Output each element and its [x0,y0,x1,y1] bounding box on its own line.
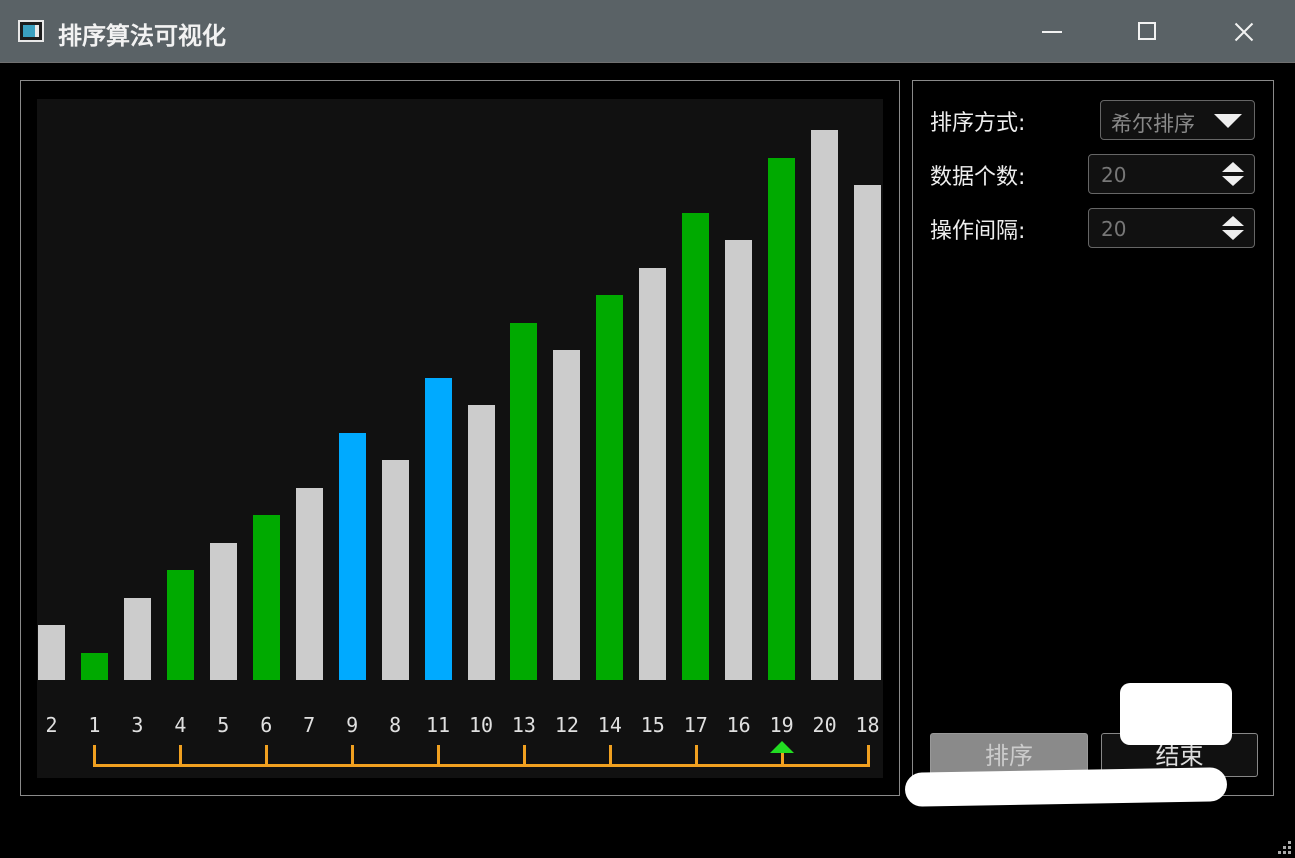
count-value: 20 [1101,163,1127,187]
bar [553,350,581,680]
bar [639,267,667,680]
bracket-tick [179,745,183,765]
close-button[interactable] [1222,10,1266,54]
bar [768,157,796,680]
count-spinbox[interactable]: 20 [1088,154,1255,194]
bar-label: 9 [346,713,359,737]
bar-label: 6 [260,713,273,737]
app-icon [18,20,44,42]
bracket-tick [351,745,355,765]
bar-label: 11 [426,713,451,737]
bar-label: 1 [88,713,101,737]
method-label: 排序方式: [930,111,1026,136]
bar [854,185,882,680]
maximize-button[interactable] [1126,10,1170,54]
redaction-mark [1120,683,1232,745]
resize-grip[interactable] [1277,840,1291,854]
bar [596,295,624,680]
bar [38,625,65,680]
spin-down-icon[interactable] [1222,230,1244,240]
bar [295,487,323,680]
bar-label: 15 [640,713,665,737]
count-label: 数据个数: [930,165,1026,190]
bar-label: 3 [131,713,144,737]
bracket-tick [866,745,870,765]
bar-label: 12 [554,713,579,737]
bar-label: 14 [597,713,622,737]
bar [510,322,538,680]
bar [166,570,194,680]
redaction-mark [904,767,1228,807]
pointer-arrow [769,741,794,753]
minimize-button[interactable] [1030,10,1074,54]
bar [725,240,753,680]
window-title: 排序算法可视化 [58,22,226,50]
bracket-tick [93,745,97,765]
bar-label: 2 [45,713,58,737]
bar-label: 8 [389,713,402,737]
bar [80,652,108,680]
bar-label: 5 [217,713,230,737]
bar [682,212,710,680]
bar [811,130,839,680]
bar [252,515,280,680]
bar [381,460,409,680]
bracket-tick [437,745,441,765]
bar-label: 16 [726,713,751,737]
bracket-tick [694,745,698,765]
title-bar: 排序算法可视化 [0,0,1295,63]
bar-label: 18 [855,713,880,737]
bracket-tick [522,745,526,765]
bar [338,432,366,680]
interval-label: 操作间隔: [930,219,1026,244]
bar [123,597,151,680]
bar-label: 19 [769,713,794,737]
spin-down-icon[interactable] [1222,176,1244,186]
spin-up-icon[interactable] [1222,216,1244,226]
method-select-value: 希尔排序 [1111,112,1195,136]
chevron-down-icon [1214,114,1242,128]
interval-spinbox[interactable]: 20 [1088,208,1255,248]
bar-label: 10 [468,713,494,737]
bar-label: 7 [303,713,316,737]
bracket-tick [608,745,612,765]
bar-label: 20 [812,713,837,737]
bar-label: 17 [683,713,708,737]
bar [209,542,237,680]
sorting-chart [37,99,883,778]
bar-label: 13 [511,713,536,737]
minimize-icon [1042,31,1062,33]
bar-label: 4 [174,713,187,737]
bar [467,405,495,680]
bracket-tick [265,745,269,765]
method-select[interactable]: 希尔排序 [1100,100,1255,140]
maximize-icon [1138,22,1156,40]
interval-value: 20 [1101,217,1127,241]
gap-bracket [93,764,870,767]
spin-up-icon[interactable] [1222,162,1244,172]
bar [424,377,452,680]
